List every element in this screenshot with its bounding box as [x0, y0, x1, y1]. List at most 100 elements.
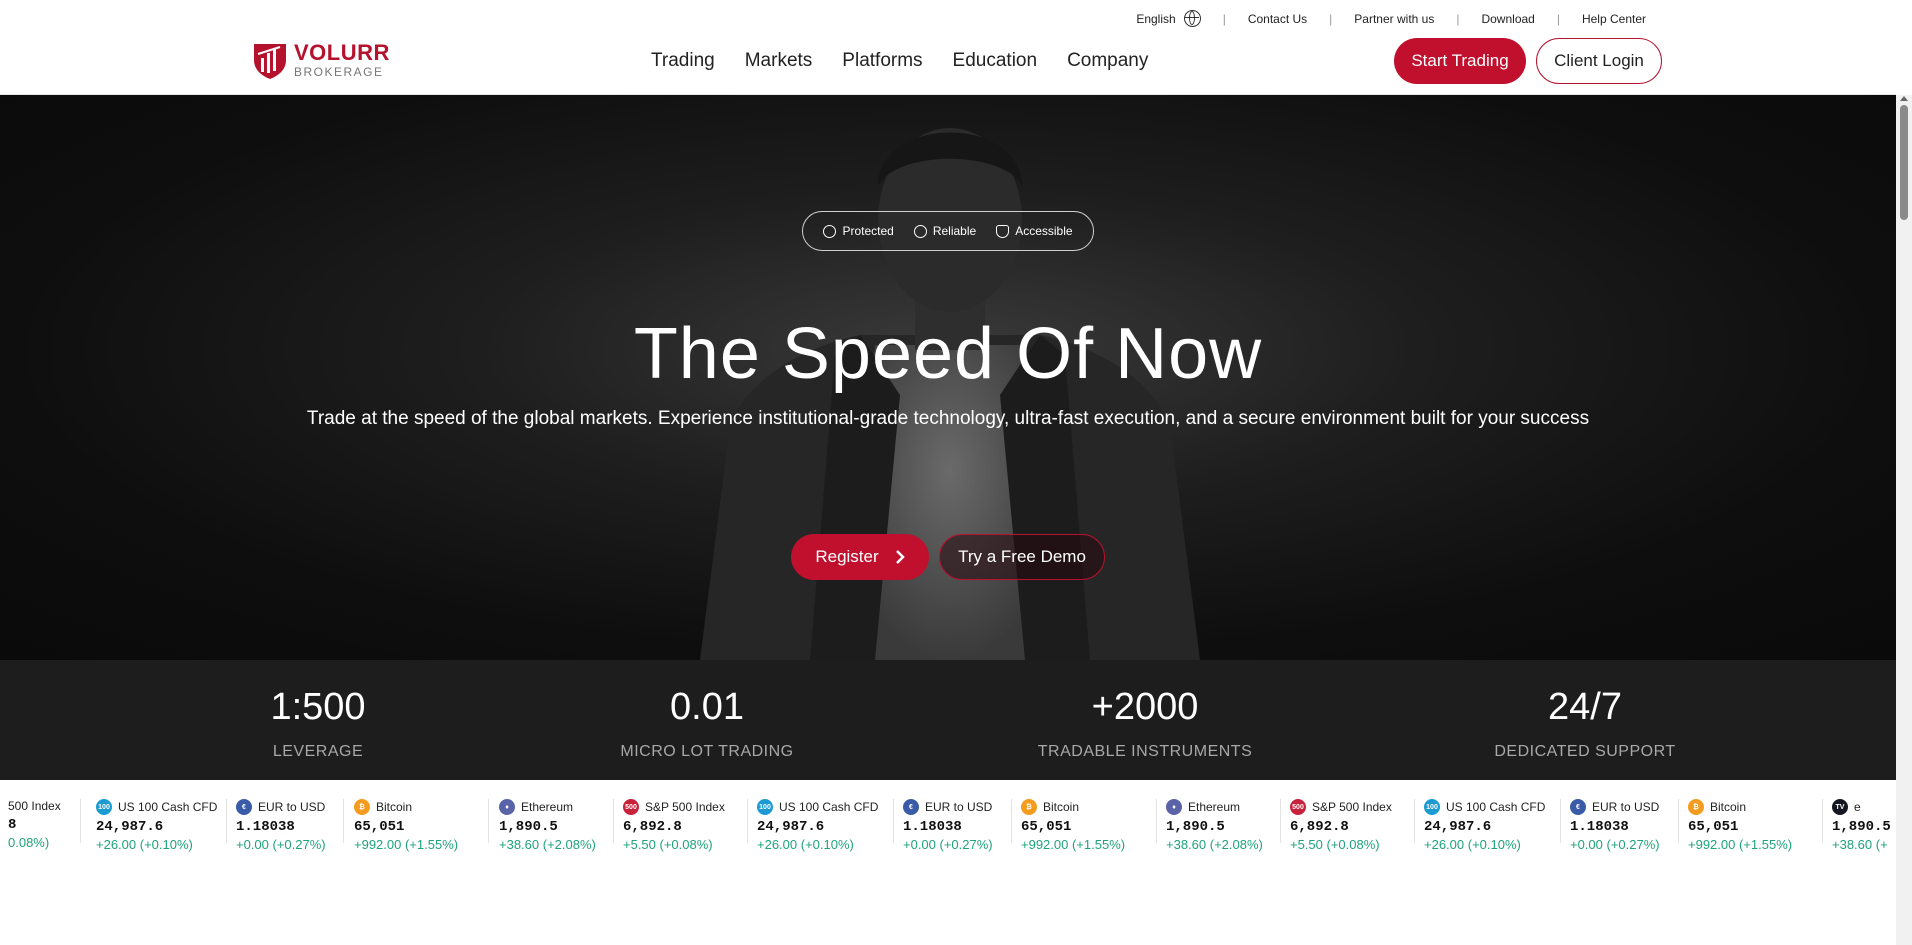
stat-instruments: +2000 TRADABLE INSTRUMENTS: [995, 686, 1295, 761]
page-scrollbar[interactable]: [1896, 95, 1912, 945]
register-label: Register: [815, 547, 879, 566]
ticker-divider: [1560, 799, 1561, 843]
stat-value: 0.01: [670, 686, 744, 728]
ticker-name-row: € EUR to USD: [236, 799, 326, 815]
language-selector[interactable]: English: [1136, 10, 1201, 27]
register-button[interactable]: Register: [791, 534, 929, 580]
stats-band: 1:500 LEVERAGE 0.01 MICRO LOT TRADING +2…: [0, 660, 1896, 780]
ticker-name-row: € EUR to USD: [1570, 799, 1660, 815]
instrument-change: +5.50 (+0.08%): [623, 837, 713, 852]
instrument-name: Ethereum: [1188, 800, 1241, 814]
instrument-change: +5.50 (+0.08%): [1290, 837, 1380, 852]
ticker-item[interactable]: ♦ Ethereum 1,890.5 +38.60 (+2.08%): [499, 799, 596, 852]
client-login-button[interactable]: Client Login: [1536, 38, 1662, 84]
divider: |: [1556, 11, 1560, 26]
instrument-price: 1.18038: [1570, 819, 1629, 835]
ticker-divider: [226, 799, 227, 843]
ticker-item[interactable]: € EUR to USD 1.18038 +0.00 (+0.27%): [236, 799, 326, 852]
instrument-change: +992.00 (+1.55%): [1688, 837, 1793, 852]
ticker-name-row: TV e: [1832, 799, 1891, 815]
ticker-item[interactable]: 100 US 100 Cash CFD 24,987.6 +26.00 (+0.10%…: [757, 799, 878, 852]
instrument-icon: €: [1570, 799, 1586, 815]
contact-us-link[interactable]: Contact Us: [1248, 12, 1307, 26]
stat-label: TRADABLE INSTRUMENTS: [1037, 743, 1253, 760]
ticker-item[interactable]: TV e 1,890.5 +38.60 (+: [1832, 799, 1891, 852]
instrument-icon: 500: [1290, 799, 1306, 815]
divider: |: [1222, 11, 1226, 26]
start-trading-button[interactable]: Start Trading: [1394, 38, 1526, 84]
ticker-name-row: € EUR to USD: [903, 799, 993, 815]
ticker-name-row: ♦ Ethereum: [499, 799, 596, 815]
instrument-icon: ♦: [499, 799, 515, 815]
ticker-divider: [488, 799, 489, 843]
instrument-change: +992.00 (+1.55%): [1021, 837, 1126, 852]
ticker-divider: [80, 799, 81, 843]
hero-section: Protected Reliable Accessible The Speed …: [0, 95, 1896, 660]
nav-markets[interactable]: Markets: [745, 50, 813, 72]
instrument-icon: TV: [1832, 799, 1848, 815]
ticker-item[interactable]: 100 US 100 Cash CFD 24,987.6 +26.00 (+0.10%…: [1424, 799, 1546, 852]
nav-trading[interactable]: Trading: [651, 50, 715, 72]
globe-icon: [823, 224, 837, 238]
instrument-name: 500 Index: [8, 799, 61, 813]
ticker-item[interactable]: 500 Index 8 0.08%): [8, 799, 61, 850]
instrument-change: 0.08%): [8, 835, 50, 850]
help-center-link[interactable]: Help Center: [1582, 12, 1646, 26]
scroll-up-arrow-icon[interactable]: [1900, 96, 1908, 101]
logo[interactable]: VOLURR BROKERAGE: [252, 40, 390, 80]
badge-label: Accessible: [1015, 224, 1073, 238]
stat-micro-lot: 0.01 MICRO LOT TRADING: [557, 686, 857, 761]
ticker-divider: [1156, 799, 1157, 843]
instrument-change: +26.00 (+0.10%): [1424, 837, 1521, 852]
ticker-item[interactable]: € EUR to USD 1.18038 +0.00 (+0.27%): [1570, 799, 1660, 852]
download-link[interactable]: Download: [1481, 12, 1534, 26]
ticker-divider: [1678, 799, 1679, 843]
site-header: English | Contact Us | Partner with us |…: [0, 0, 1896, 95]
stat-leverage: 1:500 LEVERAGE: [168, 686, 468, 761]
instrument-change: +26.00 (+0.10%): [757, 837, 854, 852]
check-circle-icon: [913, 224, 927, 238]
ticker-item[interactable]: € EUR to USD 1.18038 +0.00 (+0.27%): [903, 799, 993, 852]
nav-education[interactable]: Education: [953, 50, 1038, 72]
ticker-item[interactable]: ₿ Bitcoin 65,051 +992.00 (+1.55%): [354, 799, 459, 852]
scroll-thumb[interactable]: [1900, 105, 1908, 220]
ticker-divider: [893, 799, 894, 843]
ticker-item[interactable]: ₿ Bitcoin 65,051 +992.00 (+1.55%): [1021, 799, 1126, 852]
stat-value: +2000: [1091, 686, 1199, 728]
ticker-item[interactable]: 500 S&P 500 Index 6,892.8 +5.50 (+0.08%): [1290, 799, 1392, 852]
market-ticker[interactable]: 500 Index 8 0.08%) 100 US 100 Cash CFD 24,987…: [0, 781, 1896, 861]
nav-platforms[interactable]: Platforms: [842, 50, 922, 72]
ticker-divider: [1414, 799, 1415, 843]
badge-protected: Protected: [823, 224, 894, 238]
instrument-icon: ♦: [1166, 799, 1182, 815]
instrument-price: 8: [8, 817, 17, 833]
partner-link[interactable]: Partner with us: [1354, 12, 1434, 26]
instrument-change: +0.00 (+0.27%): [1570, 837, 1660, 852]
instrument-name: Bitcoin: [1043, 800, 1080, 814]
ticker-item[interactable]: 100 US 100 Cash CFD 24,987.6 +26.00 (+0.10%…: [96, 799, 217, 852]
page: English | Contact Us | Partner with us |…: [0, 0, 1912, 945]
instrument-price: 1,890.5: [499, 819, 558, 835]
ticker-item[interactable]: ♦ Ethereum 1,890.5 +38.60 (+2.08%): [1166, 799, 1263, 852]
instrument-icon: 100: [96, 799, 112, 815]
instrument-name: US 100 Cash CFD: [1446, 800, 1546, 814]
ticker-name-row: ₿ Bitcoin: [1021, 799, 1125, 815]
instrument-price: 24,987.6: [757, 819, 825, 835]
free-demo-button[interactable]: Try a Free Demo: [939, 534, 1105, 580]
ticker-divider: [1822, 799, 1823, 843]
instrument-name: S&P 500 Index: [645, 800, 725, 814]
ticker-name-row: 100 US 100 Cash CFD: [96, 799, 217, 815]
hero-title: The Speed Of Now: [633, 314, 1263, 394]
nav-company[interactable]: Company: [1067, 50, 1148, 72]
instrument-price: 6,892.8: [623, 819, 682, 835]
badge-accessible: Accessible: [996, 224, 1073, 238]
instrument-change: +38.60 (+: [1832, 837, 1888, 852]
instrument-price: 65,051: [1021, 819, 1072, 835]
badge-label: Protected: [842, 224, 894, 238]
divider: |: [1329, 11, 1333, 26]
ticker-item[interactable]: 500 S&P 500 Index 6,892.8 +5.50 (+0.08%): [623, 799, 725, 852]
instrument-change: +992.00 (+1.55%): [354, 837, 459, 852]
stat-value: 1:500: [270, 686, 366, 728]
language-label: English: [1136, 11, 1176, 26]
ticker-item[interactable]: ₿ Bitcoin 65,051 +992.00 (+1.55%): [1688, 799, 1793, 852]
